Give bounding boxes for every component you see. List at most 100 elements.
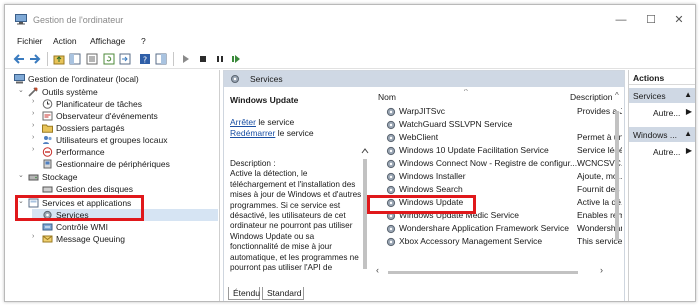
actions-pane: Actions Services ▲ Autre... ▶ Windows ..…: [628, 70, 695, 301]
tree-item-dossiers[interactable]: › Dossiers partagés: [32, 122, 218, 134]
tree-root[interactable]: Gestion de l'ordinateur (local): [12, 73, 217, 85]
menu-help[interactable]: ?: [141, 36, 146, 46]
tree-item-disques[interactable]: Gestion des disques: [32, 183, 218, 195]
tree-item-label: Gestion des disques: [56, 184, 134, 194]
gear-icon: [386, 107, 396, 117]
chevron-right-icon[interactable]: ›: [32, 146, 40, 153]
column-name[interactable]: Nom: [378, 92, 396, 102]
chevron-right-icon[interactable]: ›: [32, 98, 40, 105]
disk-management-icon: [42, 186, 53, 193]
service-row[interactable]: WebClient Permet à un: [372, 131, 622, 144]
collapse-up-icon[interactable]: ▲: [684, 90, 692, 99]
chevron-right-icon[interactable]: ›: [32, 134, 40, 141]
scroll-right-arrow-icon[interactable]: ›: [600, 265, 603, 275]
close-button[interactable]: ✕: [661, 11, 695, 29]
tree-item-label: Contrôle WMI: [56, 222, 108, 232]
console-tree-icon[interactable]: [69, 52, 81, 66]
restart-service-link[interactable]: Redémarrer: [230, 128, 275, 138]
play-icon[interactable]: [181, 52, 191, 66]
restart-icon[interactable]: [231, 52, 241, 66]
scrollbar-thumb[interactable]: [615, 111, 619, 241]
service-row[interactable]: WatchGuard SSLVPN Service: [372, 118, 622, 131]
service-row[interactable]: Windows Installer Ajoute, mo...: [372, 170, 622, 183]
window-title: Gestion de l'ordinateur: [33, 15, 124, 25]
service-name: WatchGuard SSLVPN Service: [399, 119, 513, 129]
refresh-icon[interactable]: [103, 52, 115, 66]
tree-item-stockage[interactable]: ⌄ Stockage: [18, 171, 218, 183]
tree-item-utilisateurs[interactable]: › Utilisateurs et groupes locaux: [32, 134, 218, 146]
stop-service-link[interactable]: Arrêter: [230, 117, 256, 127]
storage-icon: [28, 174, 39, 181]
scroll-up-arrow-icon[interactable]: ^: [615, 91, 619, 100]
menu-fichier[interactable]: Fichier: [17, 36, 43, 46]
restart-service-suffix: le service: [275, 128, 314, 138]
service-name: Windows Installer: [399, 171, 466, 181]
actions-group-services[interactable]: Services ▲: [629, 88, 695, 103]
chevron-right-icon[interactable]: ›: [32, 122, 40, 129]
sort-caret-icon: ^: [464, 89, 468, 96]
service-row[interactable]: Wondershare Application Framework Servic…: [372, 222, 622, 235]
show-hide-pane-icon[interactable]: [155, 52, 167, 66]
detail-scrollbar[interactable]: [360, 101, 370, 281]
wmi-control-icon: [42, 223, 53, 231]
tools-icon: [28, 87, 38, 97]
tab-etendu[interactable]: Étendu: [228, 287, 260, 300]
device-manager-icon: [43, 159, 52, 169]
toolbar-divider: [47, 52, 48, 66]
services-list: Nom ^ Description ^ WarpJITSvc Provides a…: [372, 89, 622, 279]
tree-item-label: Stockage: [42, 172, 78, 182]
properties-icon[interactable]: [86, 52, 98, 66]
tree-item-label: Dossiers partagés: [56, 123, 125, 133]
toolbar-divider: [173, 52, 174, 66]
chevron-right-icon[interactable]: ›: [32, 233, 40, 240]
menu-affichage[interactable]: Affichage: [90, 36, 125, 46]
service-row[interactable]: Xbox Accessory Management Service This se…: [372, 235, 622, 248]
actions-group-label: Windows ...: [633, 130, 677, 140]
service-row[interactable]: Windows Connect Now - Registre de config…: [372, 157, 622, 170]
service-row[interactable]: WarpJITSvc Provides a JI: [372, 105, 622, 118]
console-tree: Gestion de l'ordinateur (local) ⌄ Outils…: [10, 70, 220, 301]
event-viewer-icon: [42, 111, 53, 121]
pause-icon[interactable]: [215, 52, 225, 66]
chevron-down-icon[interactable]: ⌄: [18, 86, 26, 94]
scrollbar-thumb[interactable]: [388, 271, 578, 274]
scroll-left-arrow-icon[interactable]: ‹: [376, 265, 379, 275]
tree-item-label: Observateur d'événements: [56, 111, 158, 121]
services-pane: Services Windows Update Arrêter le servi…: [223, 70, 625, 301]
actions-group-windows-update[interactable]: Windows ... ▲: [629, 127, 695, 142]
menu-action[interactable]: Action: [53, 36, 77, 46]
tree-item-planificateur[interactable]: › Planificateur de tâches: [32, 98, 218, 110]
tree-item-label: Message Queuing: [56, 234, 125, 244]
actions-more-windows-update[interactable]: Autre... ▶: [629, 145, 695, 159]
tree-item-peripheriques[interactable]: Gestionnaire de périphériques: [32, 158, 218, 170]
svg-text:?: ?: [143, 56, 147, 65]
forward-arrow-icon[interactable]: [29, 52, 41, 66]
actions-more-services[interactable]: Autre... ▶: [629, 106, 695, 120]
export-list-icon[interactable]: [119, 52, 131, 66]
tree-item-message-queuing[interactable]: › Message Queuing: [32, 233, 218, 245]
tab-standard[interactable]: Standard: [262, 287, 304, 300]
list-scrollbar[interactable]: [612, 105, 622, 255]
stop-icon[interactable]: [198, 52, 208, 66]
scrollbar-arrows-icon: [361, 148, 369, 269]
tree-item-wmi[interactable]: Contrôle WMI: [32, 221, 218, 233]
submenu-arrow-icon: ▶: [685, 146, 692, 155]
tree-item-outils-systeme[interactable]: ⌄ Outils système: [18, 86, 218, 98]
up-folder-icon[interactable]: [53, 52, 65, 66]
actions-header: Actions: [629, 70, 695, 85]
toolbar: ?: [5, 49, 695, 69]
chevron-right-icon[interactable]: ›: [32, 110, 40, 117]
service-description: Description : Active la détection, le té…: [230, 159, 362, 273]
service-row[interactable]: Windows 10 Update Facilitation Service Se…: [372, 144, 622, 157]
help-icon[interactable]: ?: [139, 52, 151, 66]
menu-bar: Fichier Action Affichage ?: [5, 33, 695, 49]
chevron-down-icon[interactable]: ⌄: [18, 171, 26, 179]
tree-item-observateur[interactable]: › Observateur d'événements: [32, 110, 218, 122]
collapse-up-icon[interactable]: ▲: [684, 129, 692, 138]
list-horizontal-scrollbar[interactable]: ‹ ›: [372, 265, 610, 277]
column-description[interactable]: Description: [570, 92, 613, 102]
gear-icon: [386, 224, 396, 234]
window: Gestion de l'ordinateur — ☐ ✕ Fichier Ac…: [4, 4, 696, 302]
back-arrow-icon[interactable]: [13, 52, 25, 66]
tree-item-performance[interactable]: › Performance: [32, 146, 218, 158]
